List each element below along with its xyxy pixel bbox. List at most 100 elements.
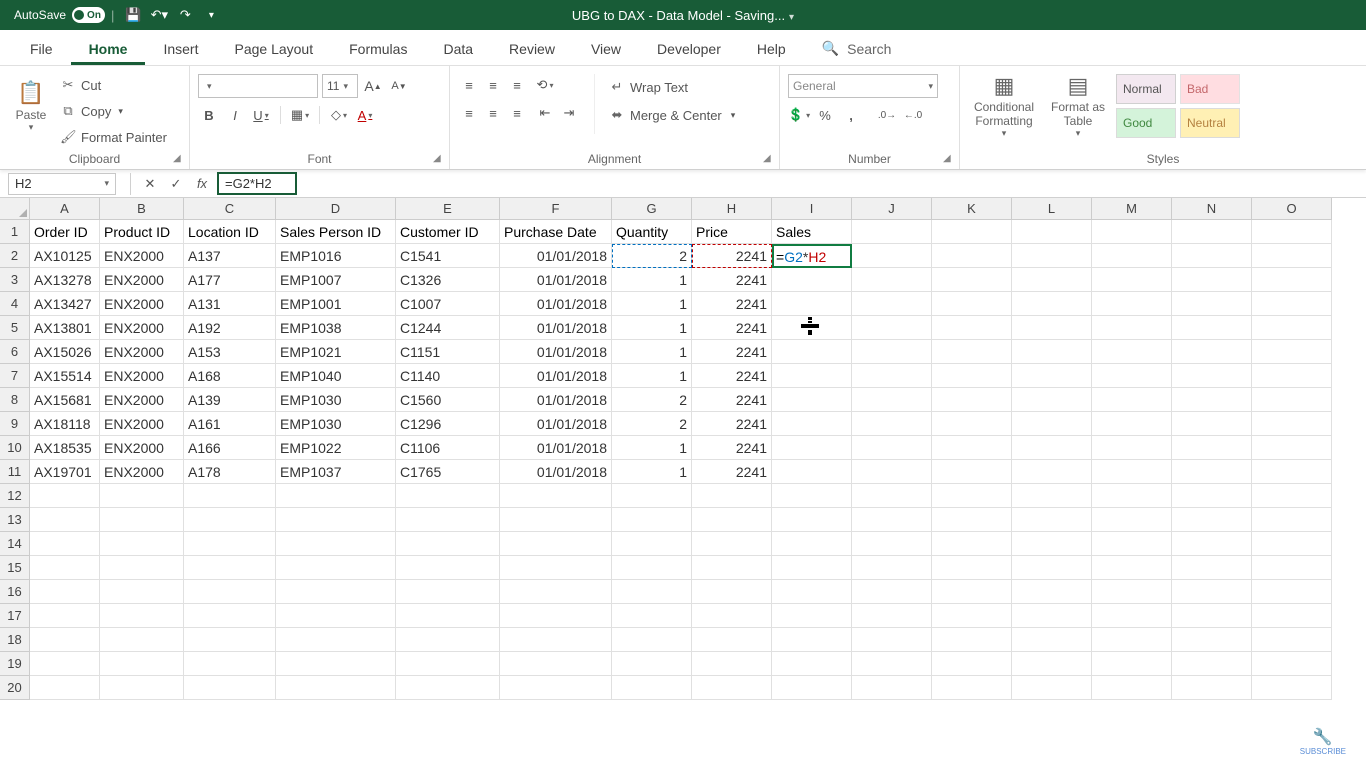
cell-H19[interactable] bbox=[692, 652, 772, 676]
col-header-h[interactable]: H bbox=[692, 198, 772, 220]
accounting-format-button[interactable]: 💲 bbox=[788, 104, 810, 126]
cell-O15[interactable] bbox=[1252, 556, 1332, 580]
cell-L11[interactable] bbox=[1012, 460, 1092, 484]
cell-E18[interactable] bbox=[396, 628, 500, 652]
cell-N16[interactable] bbox=[1172, 580, 1252, 604]
cell-B18[interactable] bbox=[100, 628, 184, 652]
clipboard-dialog-launcher[interactable]: ◢ bbox=[173, 153, 185, 165]
cell-D5[interactable]: EMP1038 bbox=[276, 316, 396, 340]
cell-L14[interactable] bbox=[1012, 532, 1092, 556]
increase-font-button[interactable]: A▲ bbox=[362, 75, 384, 97]
cell-H14[interactable] bbox=[692, 532, 772, 556]
cell-F20[interactable] bbox=[500, 676, 612, 700]
cell-O6[interactable] bbox=[1252, 340, 1332, 364]
cell-F7[interactable]: 01/01/2018 bbox=[500, 364, 612, 388]
cell-B7[interactable]: ENX2000 bbox=[100, 364, 184, 388]
cell-C1[interactable]: Location ID bbox=[184, 220, 276, 244]
cell-F18[interactable] bbox=[500, 628, 612, 652]
cell-F15[interactable] bbox=[500, 556, 612, 580]
cell-A14[interactable] bbox=[30, 532, 100, 556]
cell-B12[interactable] bbox=[100, 484, 184, 508]
cell-M7[interactable] bbox=[1092, 364, 1172, 388]
cell-A10[interactable]: AX18535 bbox=[30, 436, 100, 460]
cell-B4[interactable]: ENX2000 bbox=[100, 292, 184, 316]
save-icon[interactable]: 💾 bbox=[120, 2, 146, 28]
col-header-c[interactable]: C bbox=[184, 198, 276, 220]
col-header-f[interactable]: F bbox=[500, 198, 612, 220]
cell-N20[interactable] bbox=[1172, 676, 1252, 700]
cell-K19[interactable] bbox=[932, 652, 1012, 676]
cell-G13[interactable] bbox=[612, 508, 692, 532]
increase-indent-button[interactable]: ⇥ bbox=[558, 102, 580, 124]
cell-D15[interactable] bbox=[276, 556, 396, 580]
align-left-button[interactable]: ≡ bbox=[458, 102, 480, 124]
row-header-20[interactable]: 20 bbox=[0, 676, 30, 700]
cell-H2[interactable]: 2241 bbox=[692, 244, 772, 268]
cell-I20[interactable] bbox=[772, 676, 852, 700]
cell-C10[interactable]: A166 bbox=[184, 436, 276, 460]
cell-A9[interactable]: AX18118 bbox=[30, 412, 100, 436]
cell-H20[interactable] bbox=[692, 676, 772, 700]
cell-I9[interactable] bbox=[772, 412, 852, 436]
col-header-i[interactable]: I bbox=[772, 198, 852, 220]
cell-H3[interactable]: 2241 bbox=[692, 268, 772, 292]
cell-I16[interactable] bbox=[772, 580, 852, 604]
cell-B6[interactable]: ENX2000 bbox=[100, 340, 184, 364]
cut-button[interactable]: ✂Cut bbox=[60, 74, 167, 96]
cell-O13[interactable] bbox=[1252, 508, 1332, 532]
cell-B10[interactable]: ENX2000 bbox=[100, 436, 184, 460]
row-header-13[interactable]: 13 bbox=[0, 508, 30, 532]
cell-F5[interactable]: 01/01/2018 bbox=[500, 316, 612, 340]
cell-N12[interactable] bbox=[1172, 484, 1252, 508]
cell-O18[interactable] bbox=[1252, 628, 1332, 652]
cell-A11[interactable]: AX19701 bbox=[30, 460, 100, 484]
row-header-17[interactable]: 17 bbox=[0, 604, 30, 628]
cell-E14[interactable] bbox=[396, 532, 500, 556]
cell-K10[interactable] bbox=[932, 436, 1012, 460]
cell-I4[interactable] bbox=[772, 292, 852, 316]
cell-C16[interactable] bbox=[184, 580, 276, 604]
paste-button[interactable]: 📋 Paste ▾ bbox=[8, 70, 54, 142]
cell-I14[interactable] bbox=[772, 532, 852, 556]
cell-D20[interactable] bbox=[276, 676, 396, 700]
cell-H10[interactable]: 2241 bbox=[692, 436, 772, 460]
col-header-m[interactable]: M bbox=[1092, 198, 1172, 220]
redo-icon[interactable]: ↷ bbox=[172, 2, 198, 28]
cell-L6[interactable] bbox=[1012, 340, 1092, 364]
cell-N9[interactable] bbox=[1172, 412, 1252, 436]
tab-home[interactable]: Home bbox=[71, 33, 146, 65]
decrease-decimal-button[interactable]: ←.0 bbox=[902, 104, 924, 126]
cell-O1[interactable] bbox=[1252, 220, 1332, 244]
cell-O20[interactable] bbox=[1252, 676, 1332, 700]
cell-O9[interactable] bbox=[1252, 412, 1332, 436]
qat-customize-icon[interactable]: ▾ bbox=[198, 2, 224, 28]
cell-K15[interactable] bbox=[932, 556, 1012, 580]
row-header-3[interactable]: 3 bbox=[0, 268, 30, 292]
cell-J15[interactable] bbox=[852, 556, 932, 580]
cell-L2[interactable] bbox=[1012, 244, 1092, 268]
cell-C18[interactable] bbox=[184, 628, 276, 652]
cell-A1[interactable]: Order ID bbox=[30, 220, 100, 244]
align-right-button[interactable]: ≡ bbox=[506, 102, 528, 124]
tab-help[interactable]: Help bbox=[739, 33, 804, 65]
cell-N11[interactable] bbox=[1172, 460, 1252, 484]
cell-A15[interactable] bbox=[30, 556, 100, 580]
cell-H17[interactable] bbox=[692, 604, 772, 628]
row-header-8[interactable]: 8 bbox=[0, 388, 30, 412]
cell-F16[interactable] bbox=[500, 580, 612, 604]
cell-N14[interactable] bbox=[1172, 532, 1252, 556]
cell-J2[interactable] bbox=[852, 244, 932, 268]
cell-D19[interactable] bbox=[276, 652, 396, 676]
cell-I7[interactable] bbox=[772, 364, 852, 388]
cell-E11[interactable]: C1765 bbox=[396, 460, 500, 484]
cell-C2[interactable]: A137 bbox=[184, 244, 276, 268]
col-header-k[interactable]: K bbox=[932, 198, 1012, 220]
cell-J8[interactable] bbox=[852, 388, 932, 412]
cell-L10[interactable] bbox=[1012, 436, 1092, 460]
number-format-combo[interactable]: General▾ bbox=[788, 74, 938, 98]
col-header-g[interactable]: G bbox=[612, 198, 692, 220]
align-bottom-button[interactable]: ≡ bbox=[506, 74, 528, 96]
cell-O3[interactable] bbox=[1252, 268, 1332, 292]
cell-O7[interactable] bbox=[1252, 364, 1332, 388]
cell-C19[interactable] bbox=[184, 652, 276, 676]
